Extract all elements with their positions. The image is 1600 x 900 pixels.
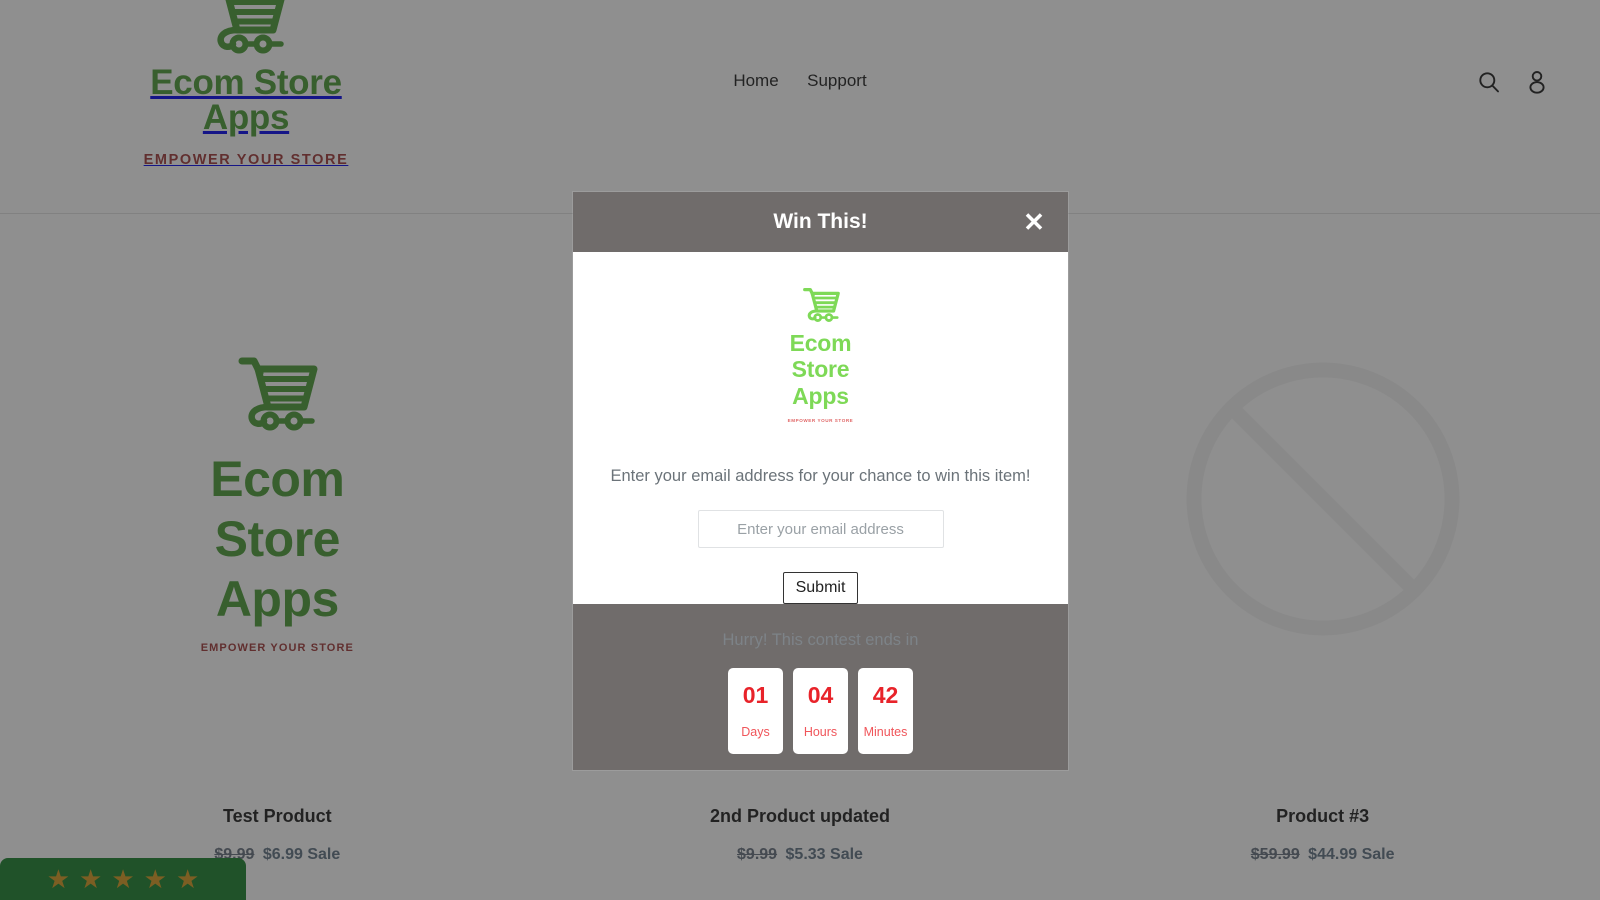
countdown-hours: 04 Hours — [793, 668, 848, 755]
modal-prompt-text: Enter your email address for your chance… — [610, 467, 1031, 486]
modal-logo-line-3: Apps — [792, 382, 849, 409]
modal-header: Win This! ✕ — [573, 192, 1068, 252]
modal-title: Win This! — [773, 210, 868, 233]
countdown-value: 04 — [807, 682, 834, 709]
page-root: Ecom Store Apps EMPOWER YOUR STORE Home … — [0, 0, 1600, 900]
modal-logo-line-2: Store — [791, 356, 850, 383]
countdown-label: Minutes — [863, 725, 908, 740]
modal-footer: Hurry! This contest ends in 01 Days 04 H… — [573, 604, 1068, 770]
modal-logo-tagline: EMPOWER YOUR STORE — [787, 418, 854, 424]
countdown-days: 01 Days — [728, 668, 783, 755]
modal-logo: Ecom Store Apps EMPOWER YOUR STORE — [781, 286, 861, 423]
countdown-label: Hours — [803, 725, 838, 740]
win-this-modal: Win This! ✕ Ecom Store Apps EMPOWER YOUR… — [573, 192, 1068, 770]
countdown-minutes: 42 Minutes — [858, 668, 913, 755]
modal-logo-line-1: Ecom — [789, 330, 852, 356]
contest-deadline-text: Hurry! This contest ends in — [722, 631, 919, 650]
countdown-value: 42 — [872, 682, 899, 709]
countdown-value: 01 — [742, 682, 769, 709]
submit-button[interactable]: Submit — [782, 572, 859, 605]
close-icon[interactable]: ✕ — [1019, 207, 1049, 237]
countdown-label: Days — [741, 725, 770, 740]
modal-body: Ecom Store Apps EMPOWER YOUR STORE Enter… — [573, 252, 1068, 605]
countdown-timer: 01 Days 04 Hours 42 Minutes — [728, 668, 913, 755]
email-input[interactable] — [697, 510, 944, 549]
